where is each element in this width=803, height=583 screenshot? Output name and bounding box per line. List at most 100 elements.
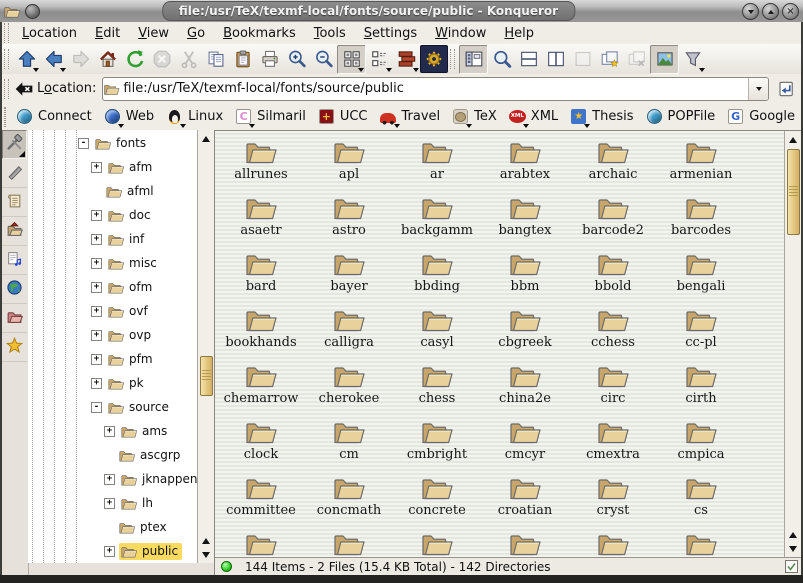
folder-cirth[interactable]: cirth — [657, 359, 745, 415]
menu-view[interactable]: View — [129, 24, 178, 43]
tree-item-pk[interactable]: + pk — [28, 371, 197, 395]
detail-view-icon[interactable] — [393, 46, 420, 73]
up-icon[interactable] — [13, 46, 40, 73]
folder-bangtex[interactable]: bangtex — [481, 191, 569, 247]
tree-scrollbar-thumb[interactable] — [200, 356, 213, 396]
split-view-left-right-icon[interactable] — [542, 46, 569, 73]
panel-button-history[interactable] — [2, 159, 27, 188]
folder-bookhands[interactable]: bookhands — [217, 303, 305, 359]
folder-barcode2[interactable]: barcode2 — [569, 191, 657, 247]
tree-item-afml[interactable]: afml — [28, 179, 197, 203]
tree-expander-minus-icon[interactable]: - — [91, 402, 102, 413]
image-preview-icon[interactable] — [650, 45, 679, 74]
folder-apl[interactable]: apl — [305, 135, 393, 191]
clear-location-icon[interactable] — [13, 75, 35, 102]
folder-partial[interactable] — [393, 527, 481, 557]
folder-barcodes[interactable]: barcodes — [657, 191, 745, 247]
copy-icon[interactable] — [202, 46, 229, 73]
folder-backgamm[interactable]: backgamm — [393, 191, 481, 247]
toolbar-grip[interactable] — [4, 49, 9, 69]
folder-concmath[interactable]: concmath — [305, 471, 393, 527]
folder-view-scrollbar-thumb[interactable] — [787, 149, 800, 235]
tree-expander-plus-icon[interactable]: + — [104, 498, 115, 509]
folder-ar[interactable]: ar — [393, 135, 481, 191]
tree-item-lh[interactable]: + lh — [28, 491, 197, 515]
bookmark-google[interactable]: GGoogle — [721, 107, 801, 126]
folder-croatian[interactable]: croatian — [481, 471, 569, 527]
folder-cchess[interactable]: cchess — [569, 303, 657, 359]
folder-cs[interactable]: cs — [657, 471, 745, 527]
bookmark-web[interactable]: Web — [98, 107, 160, 126]
menu-help[interactable]: Help — [495, 24, 543, 43]
tree-expander-plus-icon[interactable]: + — [104, 426, 115, 437]
folder-bengali[interactable]: bengali — [657, 247, 745, 303]
tree-expander-plus-icon[interactable]: + — [91, 306, 102, 317]
menu-tools[interactable]: Tools — [305, 24, 355, 43]
folder-cmextra[interactable]: cmextra — [569, 415, 657, 471]
tree-expander-plus-icon[interactable]: + — [91, 330, 102, 341]
new-tab-icon[interactable] — [596, 46, 623, 73]
panel-button-configure[interactable] — [2, 130, 27, 159]
forward-icon[interactable] — [67, 46, 94, 73]
stop-icon[interactable] — [148, 46, 175, 73]
close-tab-icon[interactable] — [623, 46, 650, 73]
tree-item-doc[interactable]: + doc — [28, 203, 197, 227]
folder-concrete[interactable]: concrete — [393, 471, 481, 527]
folder-bayer[interactable]: bayer — [305, 247, 393, 303]
tree-expander-plus-icon[interactable]: + — [91, 234, 102, 245]
menu-settings[interactable]: Settings — [355, 24, 426, 43]
folder-armenian[interactable]: armenian — [657, 135, 745, 191]
tree-item-public[interactable]: + public — [28, 539, 197, 563]
folder-bard[interactable]: bard — [217, 247, 305, 303]
konqueror-gear-icon[interactable] — [420, 45, 448, 73]
folder-chemarrow[interactable]: chemarrow — [217, 359, 305, 415]
scroll-up-icon[interactable] — [199, 533, 213, 547]
bookmark-xml[interactable]: XMLXML — [503, 107, 564, 126]
tree-item-ofm[interactable]: + ofm — [28, 275, 197, 299]
tree-item-source[interactable]: - source — [28, 395, 197, 419]
scroll-down-icon[interactable] — [199, 548, 213, 562]
tree-scrollbar[interactable] — [197, 130, 214, 563]
scroll-up-icon[interactable] — [199, 131, 213, 145]
back-icon[interactable] — [40, 46, 67, 73]
folder-archaic[interactable]: archaic — [569, 135, 657, 191]
scroll-up-icon[interactable] — [786, 527, 800, 541]
menu-location[interactable]: Location — [13, 24, 86, 43]
cut-icon[interactable] — [175, 46, 202, 73]
tree-item-ovp[interactable]: + ovp — [28, 323, 197, 347]
folder-chess[interactable]: chess — [393, 359, 481, 415]
folder-cryst[interactable]: cryst — [569, 471, 657, 527]
bookmark-silmaril[interactable]: CSilmaril — [229, 107, 312, 126]
folder-astro[interactable]: astro — [305, 191, 393, 247]
tree-expander-plus-icon[interactable]: + — [91, 258, 102, 269]
location-dropdown-button[interactable] — [748, 78, 768, 100]
menu-edit[interactable]: Edit — [86, 24, 129, 43]
bookmark-ucc[interactable]: +UCC — [312, 107, 374, 126]
folder-partial[interactable] — [305, 527, 393, 557]
minimize-button[interactable] — [742, 3, 759, 20]
tree-item-inf[interactable]: + inf — [28, 227, 197, 251]
bookmark-connect[interactable]: Connect — [10, 107, 98, 126]
tree-expander-plus-icon[interactable]: + — [91, 210, 102, 221]
paste-icon[interactable] — [229, 46, 256, 73]
bookmark-linux[interactable]: Linux — [160, 107, 229, 126]
folder-partial[interactable] — [217, 527, 305, 557]
folder-cherokee[interactable]: cherokee — [305, 359, 393, 415]
panel-button-root-folder[interactable] — [2, 304, 27, 333]
folder-cc-pl[interactable]: cc-pl — [657, 303, 745, 359]
folder-allrunes[interactable]: allrunes — [217, 135, 305, 191]
print-icon[interactable] — [256, 46, 283, 73]
titlebar[interactable]: file:/usr/TeX/texmf-local/fonts/source/p… — [0, 0, 803, 23]
tree-expander-plus-icon[interactable]: + — [91, 162, 102, 173]
folder-cmbright[interactable]: cmbright — [393, 415, 481, 471]
bookmark-popfile[interactable]: POPFile — [640, 107, 722, 126]
menubar-grip[interactable] — [4, 23, 9, 43]
panel-button-archive[interactable] — [2, 188, 27, 217]
zoom-out-icon[interactable] — [310, 46, 337, 73]
folder-bbold[interactable]: bbold — [569, 247, 657, 303]
folder-cmpica[interactable]: cmpica — [657, 415, 745, 471]
panel-button-home-folder[interactable] — [2, 217, 27, 246]
filter-icon[interactable] — [679, 46, 706, 73]
home-icon[interactable] — [94, 46, 121, 73]
scroll-down-icon[interactable] — [786, 542, 800, 556]
